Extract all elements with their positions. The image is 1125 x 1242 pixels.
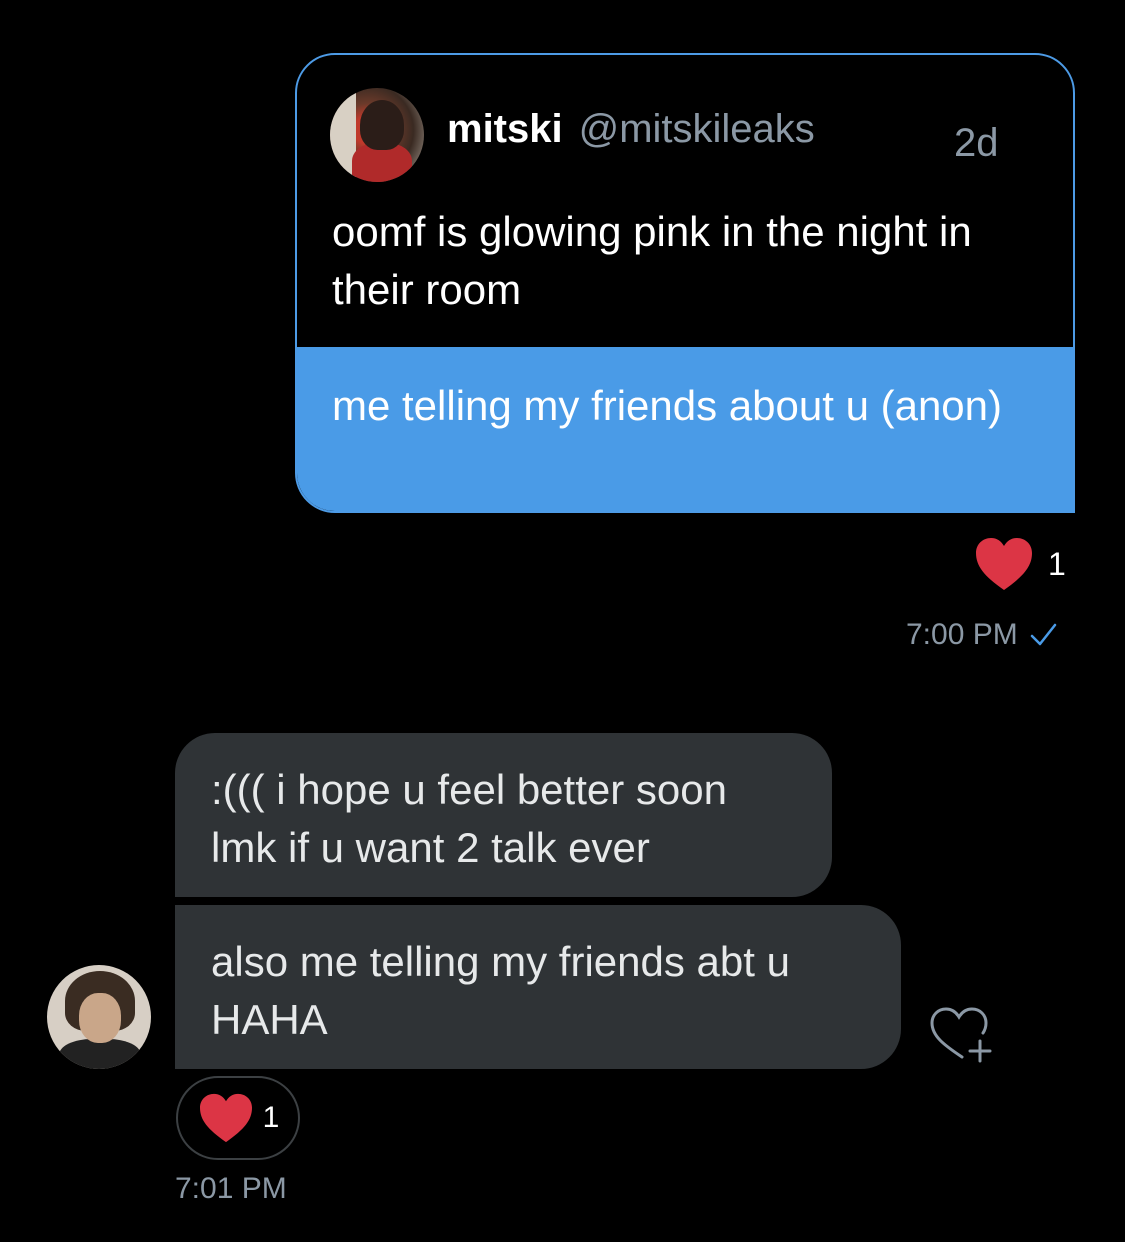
quoted-tweet-avatar[interactable] [330,88,424,182]
incoming-timestamp: 7:01 PM [175,1172,287,1205]
heart-plus-icon[interactable] [928,1005,998,1065]
outgoing-message-bubble[interactable]: me telling my friends about u (anon) [297,347,1073,511]
outgoing-message-card[interactable]: mitski @mitskileaks 2d oomf is glowing p… [295,53,1075,513]
outgoing-reaction-count: 1 [1048,545,1066,582]
incoming-message-bubble[interactable]: also me telling my friends abt u HAHA [175,905,901,1069]
sender-avatar[interactable] [47,965,151,1069]
quoted-tweet-time: 2d [954,121,999,165]
quoted-tweet-handle: @mitskileaks [578,107,815,151]
quoted-tweet-text: oomf is glowing pink in the night in the… [332,208,972,313]
outgoing-timestamp-text: 7:00 PM [906,618,1018,651]
checkmark-icon [1030,623,1056,646]
outgoing-message-text: me telling my friends about u (anon) [332,382,1003,429]
dm-conversation: mitski @mitskileaks 2d oomf is glowing p… [0,0,1125,1242]
incoming-message-bubble[interactable]: :((( i hope u feel better soon lmk if u … [175,733,832,897]
outgoing-timestamp: 7:00 PM [906,618,1058,652]
heart-icon [199,1093,252,1143]
incoming-message-text: :((( i hope u feel better soon lmk if u … [211,766,727,871]
quoted-tweet[interactable]: mitski @mitskileaks 2d oomf is glowing p… [297,55,1073,347]
quoted-tweet-header: mitski @mitskileaks [447,107,815,167]
outgoing-reaction[interactable]: 1 [974,536,1066,592]
incoming-reaction[interactable]: 1 [176,1076,300,1160]
quoted-tweet-name: mitski [447,107,563,151]
incoming-message-text: also me telling my friends abt u HAHA [211,938,790,1043]
incoming-reaction-count: 1 [262,1101,280,1134]
heart-icon [976,538,1032,590]
